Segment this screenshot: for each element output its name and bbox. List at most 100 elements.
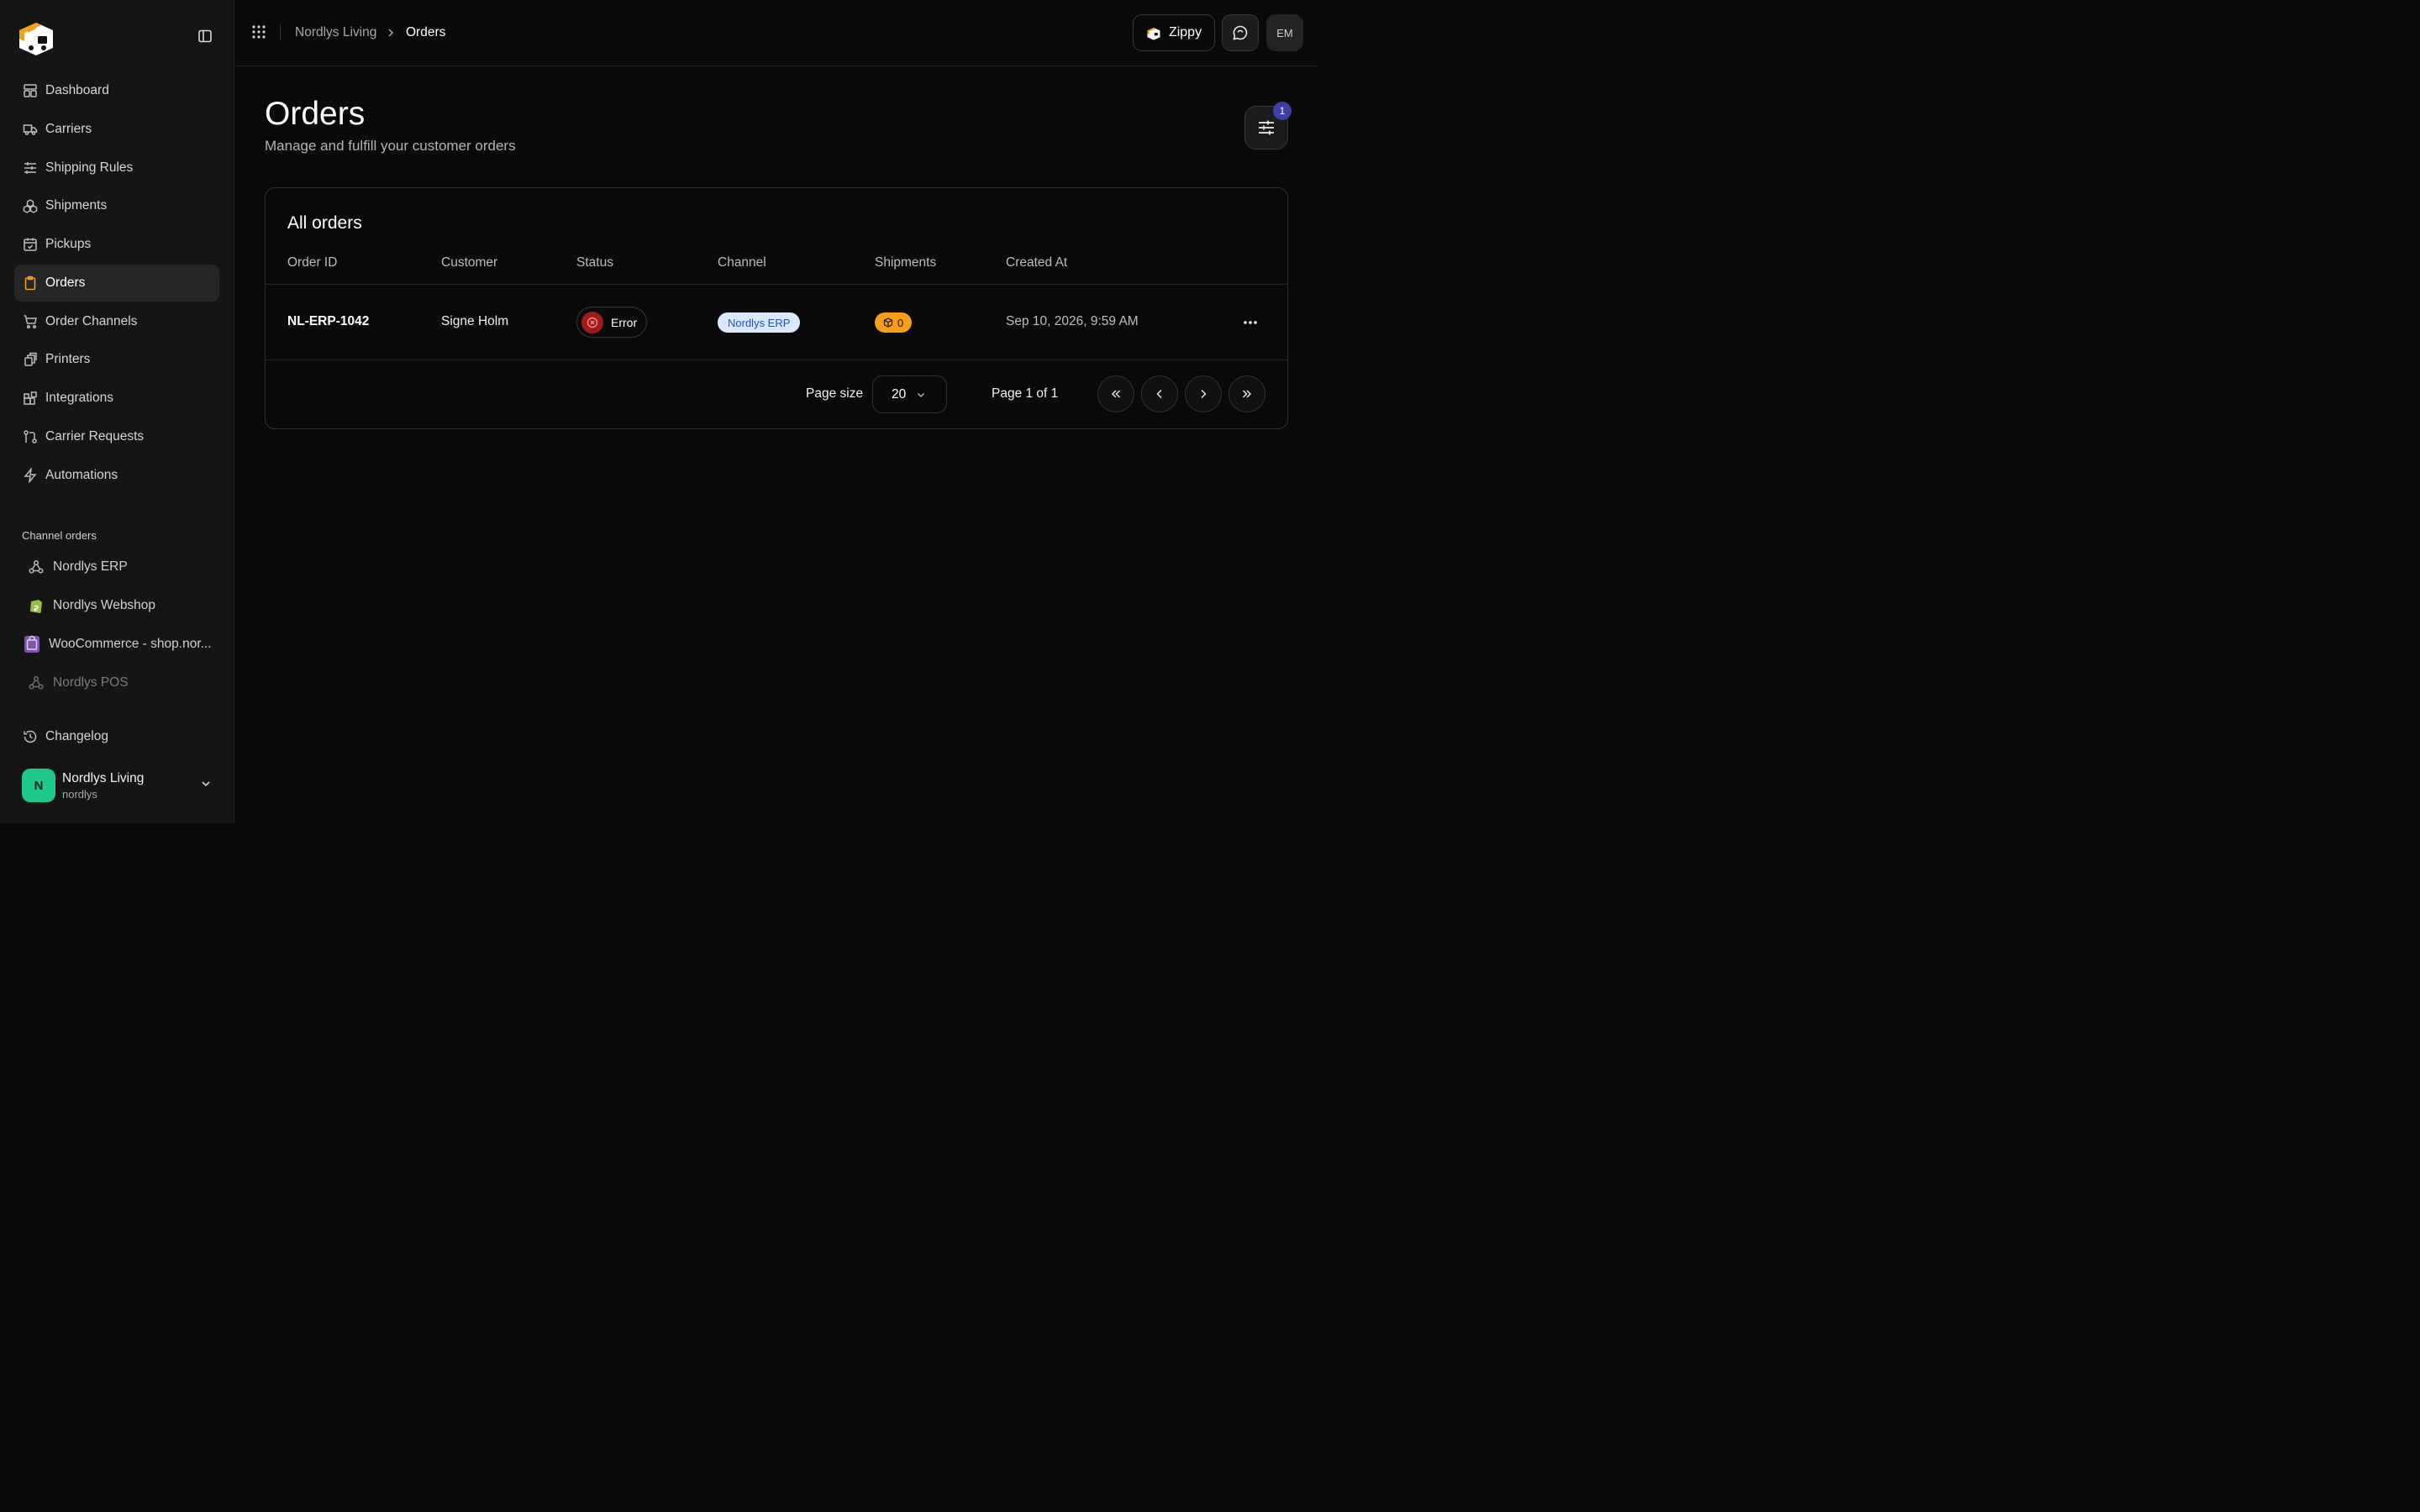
shipments-badge: 0 — [875, 312, 913, 333]
first-page-button[interactable] — [1097, 375, 1134, 412]
channel-label: Nordlys Webshop — [53, 598, 156, 612]
message-circle-icon — [1233, 25, 1248, 40]
status-label: Error — [611, 315, 638, 329]
sliders-icon — [24, 161, 36, 174]
error-circle-icon — [581, 311, 603, 333]
truck-icon — [23, 124, 38, 135]
page-subtitle: Manage and fulfill your customer orders — [265, 138, 516, 154]
user-menu-button[interactable]: EM — [1266, 14, 1303, 51]
webhook-icon — [27, 674, 45, 692]
chevron-right-icon — [388, 29, 394, 37]
history-icon — [24, 730, 37, 743]
nav-label: Integrations — [45, 391, 113, 405]
nav-label: Changelog — [45, 729, 108, 743]
shopify-icon — [27, 596, 45, 615]
git-pull-request-icon — [24, 430, 37, 444]
breadcrumb-parent[interactable]: Nordlys Living — [295, 25, 376, 40]
woocommerce-icon — [23, 635, 41, 654]
page-size-select[interactable]: 20 — [872, 375, 947, 413]
zippy-button[interactable]: Zippy — [1133, 14, 1215, 51]
channel-item-nordlys-erp[interactable]: Nordlys ERP — [14, 549, 219, 585]
nav-item-shipments[interactable]: Shipments — [14, 187, 219, 224]
boxes-icon — [23, 199, 38, 214]
nav-label: Dashboard — [45, 83, 109, 97]
more-options-icon[interactable] — [1242, 314, 1259, 331]
nav-item-pickups[interactable]: Pickups — [14, 226, 219, 263]
order-id-cell[interactable]: NL-ERP-1042 — [287, 314, 369, 329]
nav-label: Shipping Rules — [45, 160, 134, 175]
status-badge[interactable]: Error — [576, 307, 647, 338]
nav-item-integrations[interactable]: Integrations — [14, 380, 219, 417]
nav-label: Orders — [45, 275, 86, 290]
blocks-icon — [24, 391, 37, 405]
clipboard-icon — [24, 276, 36, 291]
dashboard-icon — [24, 84, 37, 97]
account-switcher[interactable]: N Nordlys Living nordlys — [22, 767, 215, 804]
account-name: Nordlys Living — [62, 770, 145, 785]
sidebar: Dashboard Carriers Shipping Rules Shipme… — [0, 0, 234, 823]
channel-badge: Nordlys ERP — [718, 312, 801, 333]
avatar: N — [22, 769, 55, 802]
card-title: All orders — [287, 213, 362, 233]
shipments-count: 0 — [897, 316, 904, 329]
page-title: Orders — [265, 96, 366, 132]
nav-label: Order Channels — [45, 313, 138, 328]
orders-card: All orders Order ID Customer Status Chan… — [265, 187, 1288, 429]
chevron-down-icon — [918, 393, 924, 397]
channel-orders-heading: Channel orders — [22, 529, 97, 543]
nav-label: Automations — [45, 467, 118, 482]
nav-label: Carrier Requests — [45, 428, 145, 444]
channel-label: WooCommerce - shop.nor... — [49, 636, 212, 651]
sidebar-header — [0, 0, 234, 72]
main-nav: Dashboard Carriers Shipping Rules Shipme… — [0, 72, 234, 495]
nav-item-printers[interactable]: Printers — [14, 341, 219, 378]
zippy-label: Zippy — [1168, 25, 1202, 39]
nav-item-shipping-rules[interactable]: Shipping Rules — [14, 150, 219, 186]
filter-count-badge: 1 — [1273, 102, 1292, 120]
previous-page-button[interactable] — [1141, 375, 1178, 412]
chevron-down-icon — [202, 781, 210, 787]
cart-icon — [24, 314, 37, 328]
channel-label: Nordlys POS — [53, 675, 129, 690]
breadcrumb-current: Orders — [406, 25, 446, 39]
customer-cell: Signe Holm — [441, 314, 509, 328]
zippy-logo-icon — [1147, 28, 1160, 40]
apps-grid-icon[interactable] — [251, 24, 266, 39]
page-info: Page 1 of 1 — [992, 386, 1059, 401]
nav-item-dashboard[interactable]: Dashboard — [14, 72, 219, 109]
chat-button[interactable] — [1222, 14, 1259, 51]
channel-item-nordlys-webshop[interactable]: Nordlys Webshop — [14, 587, 219, 624]
channel-item-woocommerce[interactable]: WooCommerce - shop.nor... — [14, 626, 219, 663]
page-size-label: Page size — [806, 386, 864, 401]
column-header-shipments[interactable]: Shipments — [875, 255, 936, 270]
nav-item-changelog[interactable]: Changelog — [14, 718, 220, 755]
nav-item-orders[interactable]: Orders — [14, 264, 219, 302]
webhook-icon — [27, 558, 45, 576]
column-header-order-id[interactable]: Order ID — [287, 255, 337, 270]
package-icon — [883, 318, 893, 328]
printer-icon — [24, 353, 37, 366]
channel-item-nordlys-pos[interactable]: Nordlys POS — [14, 664, 219, 701]
chevrons-left-icon — [1111, 390, 1121, 398]
zippy-logo-icon[interactable] — [16, 16, 56, 56]
column-header-created-at[interactable]: Created At — [1006, 255, 1067, 270]
last-page-button[interactable] — [1228, 375, 1265, 412]
nav-item-order-channels[interactable]: Order Channels — [14, 303, 219, 340]
nav-item-automations[interactable]: Automations — [14, 457, 219, 494]
chevron-left-icon — [1156, 389, 1162, 399]
page-size-value: 20 — [892, 386, 907, 402]
next-page-button[interactable] — [1185, 375, 1222, 412]
channel-label: Nordlys ERP — [53, 559, 128, 575]
column-header-customer[interactable]: Customer — [441, 255, 497, 270]
nav-item-carrier-requests[interactable]: Carrier Requests — [14, 418, 219, 455]
column-header-channel[interactable]: Channel — [718, 255, 766, 270]
nav-label: Carriers — [45, 121, 92, 136]
chevron-right-icon — [1201, 389, 1207, 399]
zap-icon — [24, 467, 37, 483]
calendar-check-icon — [24, 238, 37, 251]
nav-item-carriers[interactable]: Carriers — [14, 111, 219, 148]
nav-label: Printers — [45, 352, 91, 367]
column-header-status[interactable]: Status — [576, 255, 613, 270]
nav-label: Pickups — [45, 237, 92, 251]
sidebar-toggle-icon[interactable] — [197, 28, 213, 45]
